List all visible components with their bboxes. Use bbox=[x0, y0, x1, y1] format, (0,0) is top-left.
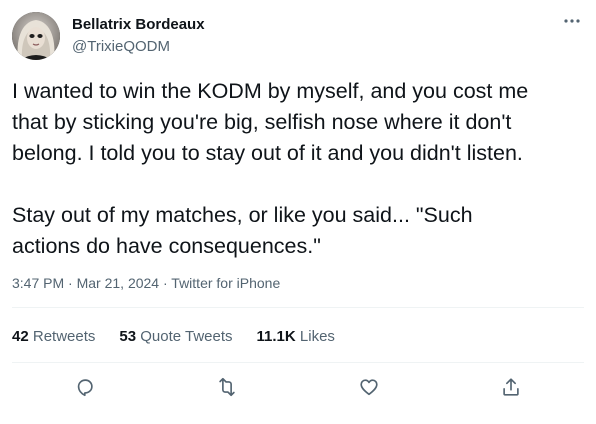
reply-button[interactable] bbox=[70, 372, 100, 402]
likes-count: 11.1K bbox=[256, 328, 296, 345]
quote-tweets-stat[interactable]: 53 Quote Tweets bbox=[119, 328, 232, 346]
tweet-card: Bellatrix Bordeaux @TrixieQODM I wanted … bbox=[0, 0, 596, 424]
retweets-label: Retweets bbox=[32, 328, 96, 345]
tweet-date[interactable]: Mar 21, 2024 bbox=[77, 275, 160, 291]
tweet-time[interactable]: 3:47 PM bbox=[12, 275, 64, 291]
retweet-icon bbox=[219, 377, 235, 397]
reply-icon bbox=[77, 379, 93, 397]
likes-label: Likes bbox=[299, 328, 335, 345]
likes-stat[interactable]: 11.1K Likes bbox=[257, 328, 335, 346]
meta-separator: · bbox=[159, 275, 172, 291]
tweet-actions bbox=[0, 372, 596, 402]
divider-top bbox=[12, 307, 584, 308]
retweets-stat[interactable]: 42 Retweets bbox=[12, 328, 95, 346]
author-display-name[interactable]: Bellatrix Bordeaux bbox=[72, 16, 205, 34]
tweet-text: I wanted to win the KODM by myself, and … bbox=[12, 79, 529, 258]
retweet-button[interactable] bbox=[212, 372, 242, 402]
more-icon bbox=[564, 19, 580, 23]
like-button[interactable] bbox=[354, 372, 384, 402]
tweet-metadata: 3:47 PM · Mar 21, 2024 · Twitter for iPh… bbox=[12, 274, 280, 292]
more-button[interactable] bbox=[560, 12, 584, 30]
avatar[interactable] bbox=[12, 12, 60, 60]
quote-tweets-count: 53 bbox=[119, 328, 137, 345]
tweet-stats: 42 Retweets 53 Quote Tweets 11.1K Likes bbox=[12, 328, 359, 346]
tweet-source[interactable]: Twitter for iPhone bbox=[171, 275, 280, 291]
retweets-count: 42 bbox=[12, 328, 29, 345]
share-button[interactable] bbox=[496, 372, 526, 402]
author-handle[interactable]: @TrixieQODM bbox=[72, 38, 170, 56]
share-icon bbox=[503, 378, 519, 396]
quote-tweets-label: Quote Tweets bbox=[140, 328, 233, 345]
heart-icon bbox=[360, 379, 378, 396]
divider-bottom bbox=[12, 362, 584, 363]
avatar-image bbox=[12, 12, 60, 60]
meta-separator: · bbox=[64, 275, 77, 291]
